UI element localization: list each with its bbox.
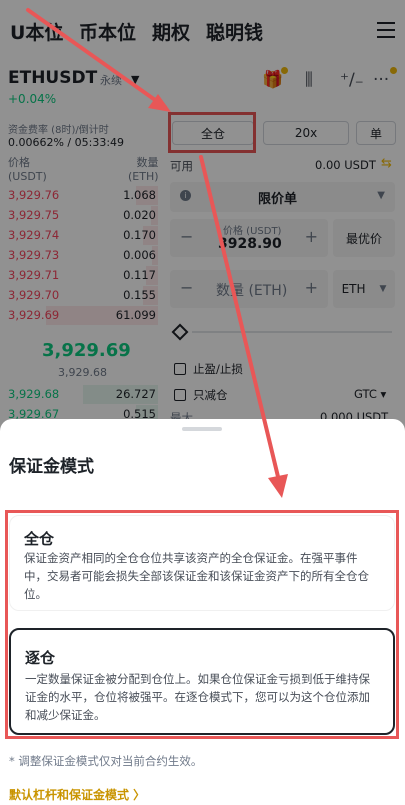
margin-mode-sheet: 保证金模式 全仓 保证金资产相同的全仓仓位共享该资产的全仓保证金。在强平事件中，… xyxy=(0,419,405,805)
options-highlight xyxy=(5,510,399,739)
scope-note: * 调整保证金模式仅对当前合约生效。 xyxy=(9,754,203,768)
default-settings-link[interactable]: 默认杠杆和保证金模式 〉 xyxy=(9,786,145,803)
sheet-grab-handle[interactable] xyxy=(182,427,222,431)
sheet-title: 保证金模式 xyxy=(9,457,94,477)
